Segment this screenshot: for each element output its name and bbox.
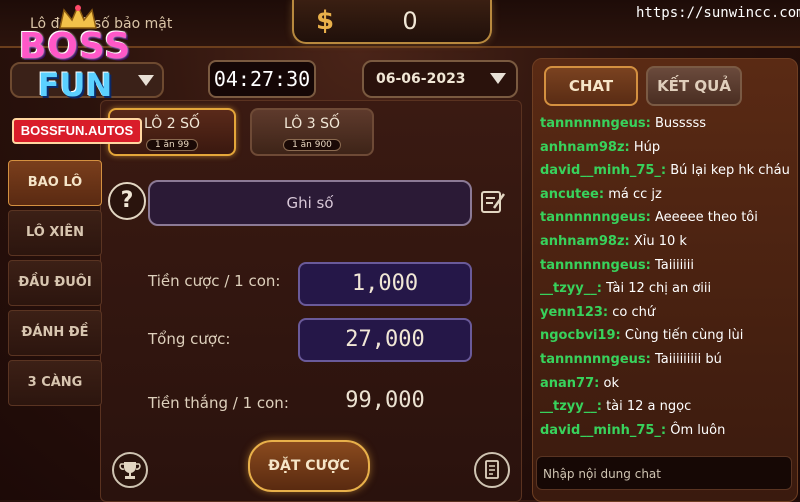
chat-message: __tzyy__: Tài 12 chị an ơiii (540, 277, 792, 301)
win-per-value: 99,000 (345, 388, 425, 413)
tab-label: LÔ 3 SỐ (283, 116, 341, 132)
chat-username: david__minh_75_: (540, 422, 667, 438)
chat-username: anhnam98z: (540, 139, 630, 155)
chat-text: Bú lại kep hk cháu (670, 163, 790, 179)
win-per-label: Tiền thắng / 1 con: (148, 394, 289, 412)
tab-odds: 1 ăn 99 (145, 139, 199, 151)
chat-text: tài 12 a ngọc (606, 399, 692, 415)
dollar-icon: $ (315, 6, 335, 36)
sidebar-item-bao-lo[interactable]: BAO LÔ (8, 160, 102, 206)
chat-text: co chứ (612, 304, 656, 320)
bet-per-label: Tiền cược / 1 con: (148, 272, 281, 290)
bossfun-logo: BOSS FUN BOSSFUN.AUTOS (6, 4, 146, 146)
logo-fun-text: FUN (37, 66, 113, 104)
chat-text: Busssss (654, 116, 707, 131)
logo-boss-text: BOSS (18, 26, 132, 67)
bet-type-sidebar: BAO LÔ LÔ XIÊN ĐẦU ĐUÔI ĐÁNH ĐỀ 3 CÀNG (8, 160, 102, 500)
chat-username: ngocbvi19: (540, 328, 621, 344)
chevron-down-icon (490, 73, 506, 84)
site-url: https://sunwincc.com/ (636, 5, 800, 21)
chat-text: má cc jz (608, 186, 662, 202)
logo-domain: BOSSFUN.AUTOS (12, 118, 142, 144)
chat-message: anhnam98z: Xỉu 10 k (540, 230, 792, 254)
help-button[interactable]: ? (108, 182, 146, 220)
chat-message: tannnnnngeus: Taiiiiiiiii bú (540, 348, 792, 372)
number-input[interactable]: Ghi số (148, 180, 472, 226)
chat-username: david__minh_75_: (540, 163, 667, 179)
chat-username: anhnam98z: (540, 233, 630, 249)
chat-text: ok (603, 375, 619, 391)
chat-message: tannnnnngeus: Busssss (540, 112, 792, 136)
chat-text: Taiiiiiiiii bú (654, 351, 722, 367)
tab-odds: 1 ăn 900 (283, 139, 341, 151)
chat-message: david__minh_75_: Ôm luôn (540, 419, 792, 443)
bet-per-field[interactable]: 1,000 (298, 262, 472, 306)
chat-message: yenn123: co chứ (540, 301, 792, 325)
history-button[interactable] (474, 452, 510, 488)
chat-message: tannnnnngeus: Aeeeee theo tôi (540, 206, 792, 230)
chat-text: Taiiiiiii (654, 257, 695, 273)
receipt-icon (485, 460, 499, 479)
chat-username: ancutee: (540, 186, 605, 202)
total-bet-field: 27,000 (298, 318, 472, 362)
chat-message: anhnam98z: Húp (540, 136, 792, 160)
chat-message: anan77: ok (540, 372, 792, 396)
chat-text: Ôm luôn (670, 422, 726, 438)
chat-message: ancutee: má cc jz (540, 183, 792, 207)
sidebar-item-lo-xien[interactable]: LÔ XIÊN (8, 210, 102, 256)
sidebar-item-3-cang[interactable]: 3 CÀNG (8, 360, 102, 406)
total-bet-label: Tổng cược: (148, 330, 231, 348)
chat-username: tannnnnngeus: (540, 257, 651, 273)
trophy-button[interactable] (112, 452, 148, 488)
chat-message-list[interactable]: tannnnnngeus: Busssss anhnam98z: Húp dav… (540, 112, 792, 454)
chat-username: tannnnnngeus: (540, 210, 651, 226)
chat-text: Cùng tiến cùng lùi (624, 328, 744, 344)
trophy-icon (119, 462, 141, 479)
edit-icon[interactable] (480, 188, 506, 214)
tab-lo-3-so[interactable]: LÔ 3 SỐ 1 ăn 900 (250, 108, 374, 156)
chat-input[interactable]: Nhập nội dung chat (536, 456, 792, 490)
chat-text: Húp (633, 139, 661, 155)
sidebar-item-dau-duoi[interactable]: ĐẦU ĐUÔI (8, 260, 102, 306)
chat-username: yenn123: (540, 304, 609, 320)
balance-value: 0 (402, 7, 418, 35)
chat-message: tannnnnngeus: Taiiiiiii (540, 254, 792, 278)
chat-username: __tzyy__: (540, 399, 602, 415)
sidebar-item-danh-de[interactable]: ĐÁNH ĐỀ (8, 310, 102, 356)
chat-text: Xỉu 10 k (633, 233, 687, 249)
date-value: 06-06-2023 (376, 71, 466, 87)
chat-username: tannnnnngeus: (540, 351, 651, 367)
chat-message: david__minh_75_: Bú lại kep hk cháu (540, 159, 792, 183)
chat-message: ngocbvi19: Cùng tiến cùng lùi (540, 324, 792, 348)
chat-message: __tzyy__: tài 12 a ngọc (540, 395, 792, 419)
chat-username: tannnnnngeus: (540, 116, 651, 131)
tab-chat[interactable]: CHAT (544, 66, 638, 106)
chat-text: Aeeeee theo tôi (654, 210, 758, 226)
place-bet-button[interactable]: ĐẶT CƯỢC (248, 440, 370, 492)
tab-results[interactable]: KẾT QUẢ (646, 66, 742, 106)
countdown-timer: 04:27:30 (208, 60, 316, 98)
chat-text: Tài 12 chị an ơiii (606, 281, 712, 297)
chat-username: anan77: (540, 375, 600, 391)
chat-username: __tzyy__: (540, 281, 602, 297)
